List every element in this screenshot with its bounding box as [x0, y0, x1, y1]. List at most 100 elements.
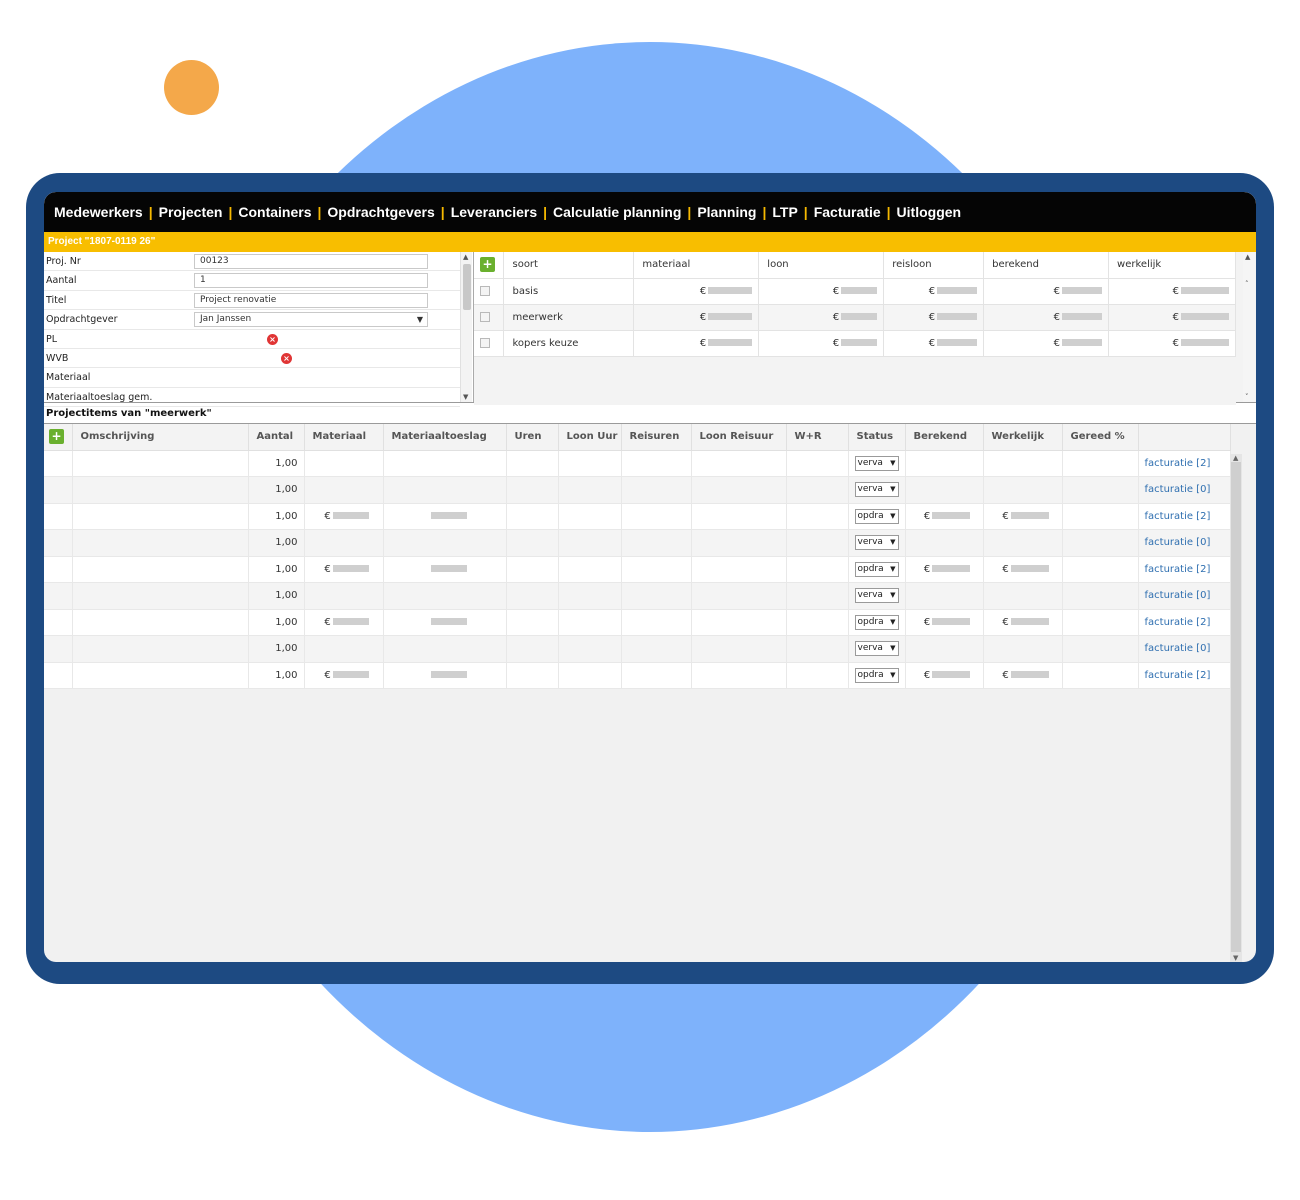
omschrijving-cell[interactable] [72, 529, 249, 557]
column-header-uren[interactable]: Uren [506, 424, 559, 451]
omschrijving-cell[interactable] [72, 476, 249, 504]
scroll-up-icon[interactable]: ▲ [463, 253, 468, 261]
uren-cell[interactable] [506, 556, 559, 583]
loon-reisuur-cell[interactable] [691, 503, 787, 530]
aantal-cell[interactable]: 1,00 [248, 450, 305, 477]
column-header-materiaal[interactable]: Materiaal [304, 424, 384, 451]
column-header-loon-reisuur[interactable]: Loon Reisuur [691, 424, 787, 451]
table-row[interactable]: 1,00 verva ▼ facturatie [0] [44, 476, 1231, 504]
uren-cell[interactable] [506, 476, 559, 504]
status-select[interactable]: verva ▼ [854, 455, 899, 471]
loon-reisuur-cell[interactable] [691, 635, 787, 663]
scroll-down-icon[interactable]: ▼ [463, 393, 468, 401]
aantal-input[interactable]: 1 [194, 273, 428, 289]
scroll-up-icon[interactable]: ▲ [1245, 253, 1250, 261]
status-select[interactable]: verva ▼ [854, 641, 899, 657]
aantal-cell[interactable]: 1,00 [248, 503, 305, 530]
w-r-cell[interactable] [786, 582, 849, 610]
clear-icon[interactable]: × [267, 333, 278, 345]
w-r-cell[interactable] [786, 556, 849, 583]
row-checkbox[interactable] [480, 337, 490, 348]
materiaaltoeslag-cell[interactable] [383, 582, 507, 610]
table-row[interactable]: 1,00 verva ▼ facturatie [0] [44, 635, 1231, 663]
loon-reisuur-cell[interactable] [691, 529, 787, 557]
column-header-aantal[interactable]: Aantal [248, 424, 305, 451]
loon-uur-cell[interactable] [558, 609, 622, 636]
facturatie-link[interactable]: facturatie [2] [1145, 564, 1211, 575]
materiaaltoeslag-cell[interactable] [383, 503, 507, 530]
materiaaltoeslag-cell[interactable] [383, 662, 507, 689]
titel-input[interactable]: Project renovatie [194, 292, 428, 308]
reisuren-cell[interactable] [621, 556, 692, 583]
materiaaltoeslag-cell[interactable] [383, 476, 507, 504]
status-select[interactable]: verva ▼ [854, 535, 899, 551]
nav-item-ltp[interactable]: LTP [772, 204, 797, 220]
table-row[interactable]: 1,00 € opdra ▼ € € facturatie [2] [44, 662, 1231, 689]
materiaaltoeslag-cell[interactable] [383, 450, 507, 477]
scroll-up-icon[interactable]: ▲ [1233, 454, 1238, 462]
loon-reisuur-cell[interactable] [691, 582, 787, 610]
loon-uur-cell[interactable] [558, 635, 622, 663]
column-header-berekend[interactable]: Berekend [905, 424, 984, 451]
add-icon[interactable]: + [49, 429, 64, 445]
loon-uur-cell[interactable] [558, 582, 622, 610]
status-select[interactable]: opdra ▼ [854, 614, 899, 630]
facturatie-link[interactable]: facturatie [2] [1145, 617, 1211, 628]
nav-item-leveranciers[interactable]: Leveranciers [451, 204, 537, 220]
gereed-cell[interactable] [1062, 662, 1139, 689]
reisuren-cell[interactable] [621, 635, 692, 663]
loon-uur-cell[interactable] [558, 662, 622, 689]
reisuren-cell[interactable] [621, 503, 692, 530]
facturatie-link[interactable]: facturatie [0] [1145, 590, 1211, 601]
status-select[interactable]: opdra ▼ [854, 667, 899, 683]
materiaal-cell[interactable] [304, 635, 384, 663]
nav-item-medewerkers[interactable]: Medewerkers [54, 204, 143, 220]
loon-reisuur-cell[interactable] [691, 609, 787, 636]
materiaal-cell[interactable]: € [304, 556, 384, 583]
omschrijving-cell[interactable] [72, 609, 249, 636]
table-row[interactable]: 1,00 verva ▼ facturatie [0] [44, 582, 1231, 610]
form-scroll-thumb[interactable] [463, 264, 471, 310]
column-header-reisuren[interactable]: Reisuren [621, 424, 692, 451]
omschrijving-cell[interactable] [72, 556, 249, 583]
uren-cell[interactable] [506, 635, 559, 663]
reisuren-cell[interactable] [621, 662, 692, 689]
materiaaltoeslag-cell[interactable] [383, 609, 507, 636]
materiaal-cell[interactable] [304, 529, 384, 557]
uren-cell[interactable] [506, 609, 559, 636]
omschrijving-cell[interactable] [72, 582, 249, 610]
materiaal-cell[interactable]: € [304, 662, 384, 689]
status-select[interactable]: opdra ▼ [854, 508, 899, 524]
add-icon[interactable]: + [480, 257, 495, 273]
row-checkbox[interactable] [480, 285, 490, 296]
row-checkbox[interactable] [480, 311, 490, 322]
status-select[interactable]: verva ▼ [854, 482, 899, 498]
omschrijving-cell[interactable] [72, 662, 249, 689]
uren-cell[interactable] [506, 503, 559, 530]
column-header-werkelijk[interactable]: Werkelijk [983, 424, 1063, 451]
gereed-cell[interactable] [1062, 556, 1139, 583]
status-select[interactable]: verva ▼ [854, 588, 899, 604]
gereed-cell[interactable] [1062, 503, 1139, 530]
items-scroll-thumb[interactable] [1231, 462, 1241, 952]
uren-cell[interactable] [506, 582, 559, 610]
loon-uur-cell[interactable] [558, 556, 622, 583]
gereed-cell[interactable] [1062, 450, 1139, 477]
w-r-cell[interactable] [786, 476, 849, 504]
loon-reisuur-cell[interactable] [691, 662, 787, 689]
status-select[interactable]: opdra ▼ [854, 561, 899, 577]
aantal-cell[interactable]: 1,00 [248, 635, 305, 663]
nav-item-planning[interactable]: Planning [697, 204, 756, 220]
nav-item-opdrachtgevers[interactable]: Opdrachtgevers [327, 204, 434, 220]
loon-reisuur-cell[interactable] [691, 450, 787, 477]
table-row[interactable]: 1,00 € opdra ▼ € € facturatie [2] [44, 503, 1231, 530]
materiaal-cell[interactable]: € [304, 609, 384, 636]
uren-cell[interactable] [506, 450, 559, 477]
omschrijving-cell[interactable] [72, 450, 249, 477]
loon-reisuur-cell[interactable] [691, 556, 787, 583]
reisuren-cell[interactable] [621, 609, 692, 636]
w-r-cell[interactable] [786, 609, 849, 636]
scroll-down-icon[interactable]: ▼ [1233, 954, 1238, 962]
facturatie-link[interactable]: facturatie [2] [1145, 511, 1211, 522]
reisuren-cell[interactable] [621, 529, 692, 557]
